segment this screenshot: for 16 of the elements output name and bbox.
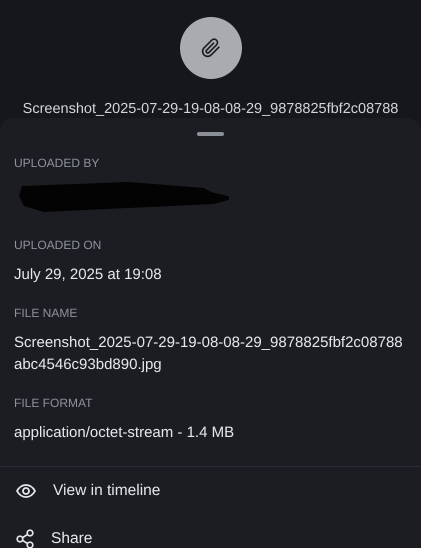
action-item[interactable]: View in timeline xyxy=(0,467,421,515)
field-label: FILE FORMAT xyxy=(14,396,94,410)
field-label: UPLOADED BY xyxy=(14,156,100,170)
action-label: View in timeline xyxy=(53,482,160,500)
share-icon xyxy=(16,529,34,548)
drag-handle[interactable] xyxy=(197,132,224,136)
file-title: Screenshot_2025-07-29-19-08-08-29_9878825fbf2c08788 xyxy=(22,100,398,118)
eye-icon xyxy=(16,484,36,498)
action-item[interactable]: Share xyxy=(0,515,421,548)
field-value: Screenshot_2025-07-29-19-08-08-29_9878825fbf2c08788abc4546c93bd890.jpg xyxy=(14,333,404,375)
paperclip-icon xyxy=(200,38,220,58)
field-value: application/octet-stream - 1.4 MB xyxy=(14,423,236,443)
field-label: FILE NAME xyxy=(14,306,78,320)
action-label: Share xyxy=(51,530,92,548)
field-label: UPLOADED ON xyxy=(14,238,102,252)
field-value: July 29, 2025 at 19:08 xyxy=(14,265,163,285)
